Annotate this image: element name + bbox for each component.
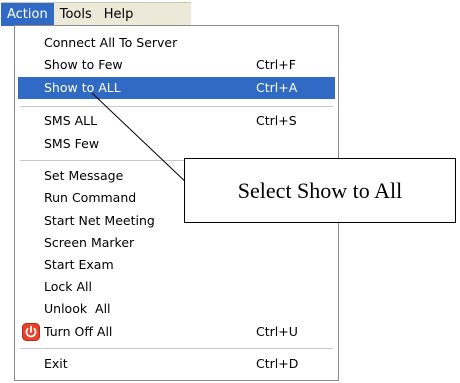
menu-item-shortcut: Ctrl+F	[256, 57, 296, 72]
menu-item-label: Connect All To Server	[44, 35, 178, 50]
menu-item-sms-all[interactable]: SMS ALL Ctrl+S	[18, 110, 335, 132]
menu-action[interactable]: Action	[1, 3, 54, 26]
menu-item-lock-all[interactable]: Lock All	[18, 276, 335, 298]
menu-item-shortcut: Ctrl+U	[256, 324, 298, 339]
menu-item-unlock-all[interactable]: Unlook All	[18, 298, 335, 320]
power-icon	[22, 323, 40, 341]
menu-item-screen-marker[interactable]: Screen Marker	[18, 232, 335, 254]
menu-item-label: Start Net Meeting	[44, 213, 155, 228]
menu-item-label: Unlook All	[44, 301, 111, 316]
annotation-callout: Select Show to All	[184, 158, 456, 223]
menu-item-turn-off-all[interactable]: Turn Off All Ctrl+U	[18, 321, 335, 343]
menu-item-shortcut: Ctrl+A	[256, 80, 298, 95]
menu-item-label: Start Exam	[44, 257, 114, 272]
callout-text: Select Show to All	[237, 177, 403, 203]
menu-separator	[20, 106, 333, 107]
menu-item-label: Turn Off All	[44, 324, 113, 339]
menu-help[interactable]: Help	[98, 3, 140, 26]
menu-item-label: Screen Marker	[44, 235, 135, 250]
menu-item-shortcut: Ctrl+S	[256, 113, 297, 128]
menu-item-label: SMS ALL	[44, 113, 98, 128]
menu-item-shortcut: Ctrl+D	[256, 356, 299, 371]
menu-tools[interactable]: Tools	[54, 3, 98, 26]
menu-item-label: Set Message	[44, 168, 124, 183]
menu-item-sms-few[interactable]: SMS Few	[18, 133, 335, 155]
menu-item-label: Exit	[44, 356, 68, 371]
menu-item-label: Show to ALL	[44, 80, 121, 95]
menu-item-show-to-all[interactable]: Show to ALL Ctrl+A	[18, 77, 335, 99]
menu-item-label: Run Command	[44, 190, 137, 205]
menu-item-start-exam[interactable]: Start Exam	[18, 254, 335, 276]
menu-item-exit[interactable]: Exit Ctrl+D	[18, 353, 335, 375]
menu-item-show-to-few[interactable]: Show to Few Ctrl+F	[18, 54, 335, 76]
menu-item-label: SMS Few	[44, 136, 100, 151]
menu-item-label: Lock All	[44, 279, 92, 294]
menu-separator	[20, 348, 333, 349]
menu-item-label: Show to Few	[44, 57, 123, 72]
menu-item-connect-all-to-server[interactable]: Connect All To Server	[18, 32, 335, 54]
menu-bar: Action Tools Help	[1, 2, 191, 26]
